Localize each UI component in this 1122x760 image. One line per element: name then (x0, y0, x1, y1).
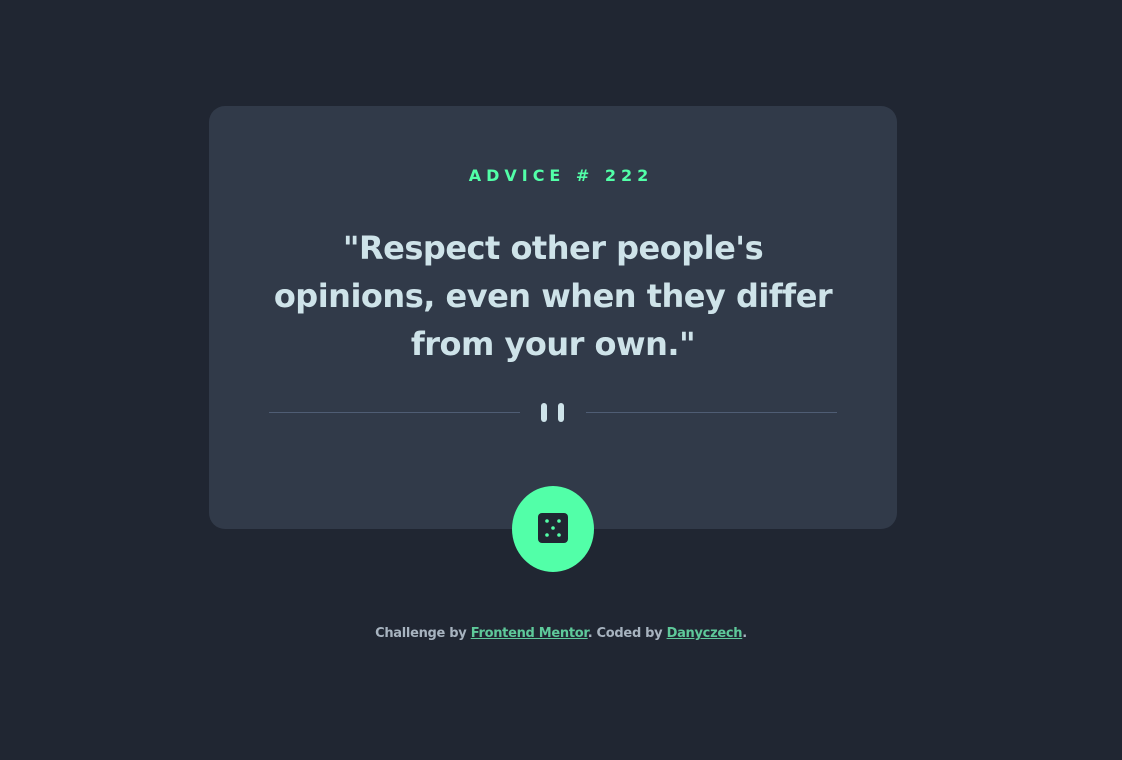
author-link[interactable]: Danyczech (667, 626, 743, 641)
pause-bar-right (558, 403, 564, 422)
dice-icon (538, 513, 568, 543)
new-advice-button[interactable] (512, 486, 594, 572)
frontend-mentor-link[interactable]: Frontend Mentor (471, 626, 588, 641)
divider-line-right (586, 412, 837, 413)
advice-quote: "Respect other people's opinions, even w… (273, 229, 833, 363)
footer-challenge-prefix: Challenge by (375, 626, 471, 641)
footer-suffix: . (742, 626, 747, 641)
footer-attribution: Challenge by Frontend Mentor. Coded by D… (0, 626, 1122, 641)
pause-bar-left (541, 403, 547, 422)
advice-id: ADVICE # 222 (468, 166, 654, 185)
footer-coded-prefix: . Coded by (587, 626, 667, 641)
divider-line-left (269, 412, 520, 413)
